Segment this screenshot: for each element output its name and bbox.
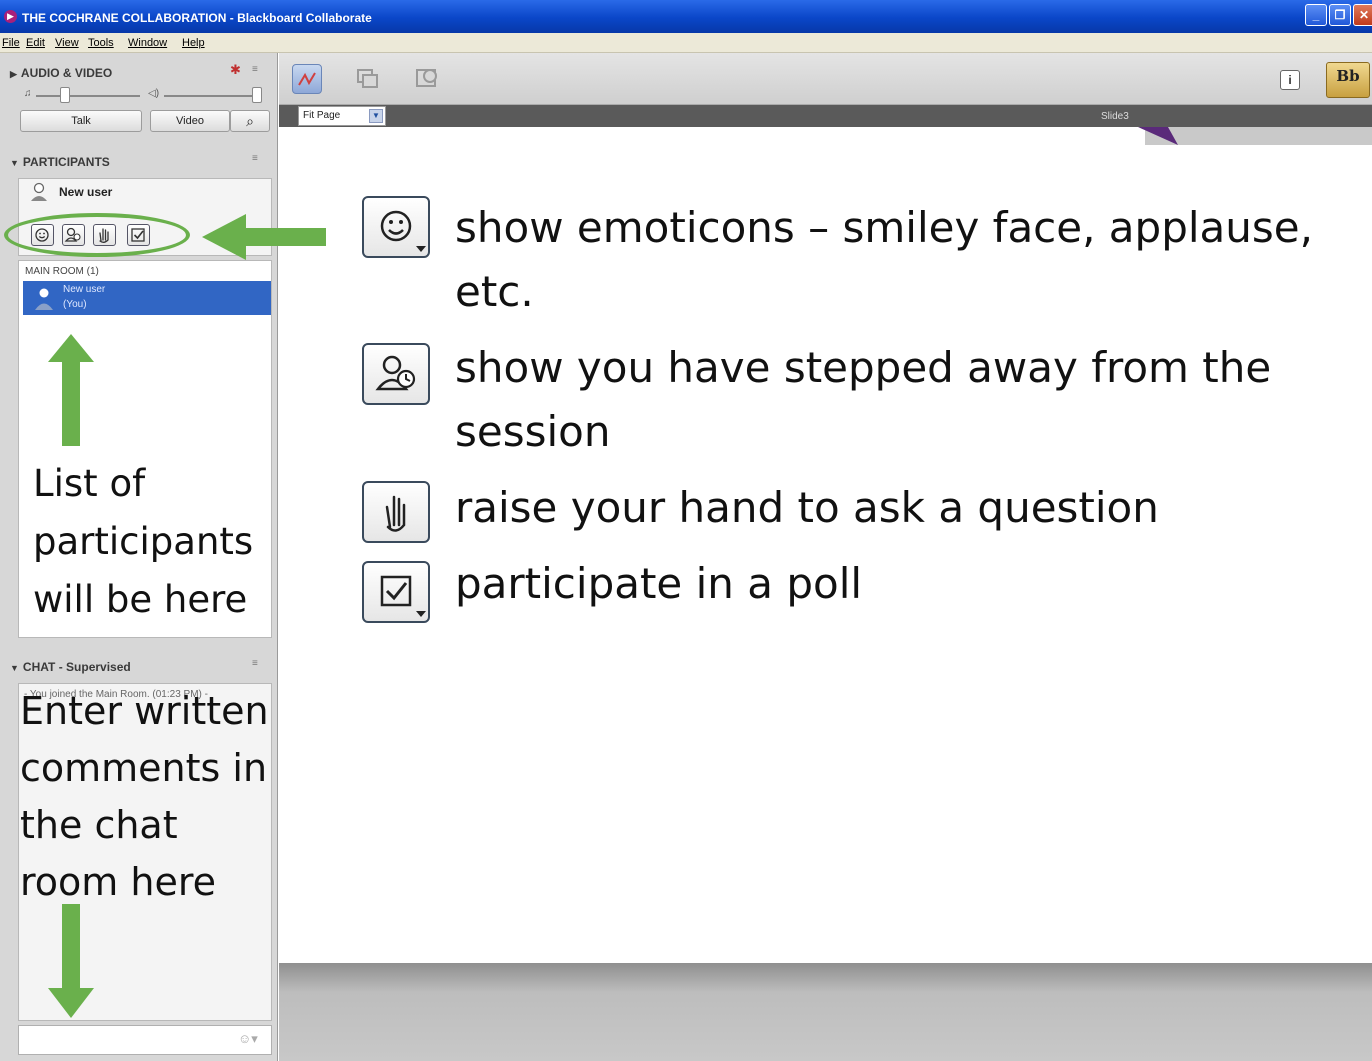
whiteboard-strip bbox=[279, 105, 1372, 127]
away-icon bbox=[362, 343, 430, 405]
menu-file[interactable]: File bbox=[2, 37, 20, 49]
slide-top-band bbox=[1145, 127, 1372, 145]
menu-window[interactable]: Window bbox=[128, 37, 167, 49]
status-buttons-highlight bbox=[4, 213, 190, 257]
app-share-icon[interactable] bbox=[352, 64, 382, 94]
smiley-icon bbox=[362, 196, 430, 258]
menu-edit[interactable]: Edit bbox=[26, 37, 45, 49]
info-icon[interactable]: i bbox=[1280, 70, 1300, 90]
mic-slider-track[interactable] bbox=[36, 95, 140, 97]
down-arrow-annotation bbox=[48, 904, 94, 1018]
speaker-slider-thumb[interactable] bbox=[252, 87, 262, 103]
bottom-bar bbox=[279, 963, 1372, 1061]
audio-video-header[interactable]: ▶ AUDIO & VIDEO bbox=[10, 66, 112, 80]
legend-poll-text: participate in a poll bbox=[455, 559, 863, 608]
left-arrow-annotation bbox=[202, 214, 326, 260]
zoom-value: Fit Page bbox=[303, 110, 341, 121]
legend-away-text: show you have stepped away from the sess… bbox=[455, 343, 1272, 456]
legend-emoticons-text: show emoticons – smiley face, applause, … bbox=[455, 203, 1313, 316]
chat-emoticon-icon[interactable]: ☺▾ bbox=[238, 1031, 258, 1047]
participants-menu-icon[interactable]: ≡ bbox=[252, 153, 258, 164]
video-button[interactable]: Video bbox=[150, 110, 230, 132]
whiteboard-icon[interactable] bbox=[292, 64, 322, 94]
speaker-slider-track[interactable] bbox=[164, 95, 262, 97]
up-arrow-annotation bbox=[48, 334, 94, 446]
legend-raise-hand-text: raise your hand to ask a question bbox=[455, 483, 1159, 532]
mic-slider-thumb[interactable] bbox=[60, 87, 70, 103]
current-user-name: New user bbox=[59, 185, 113, 199]
video-preview-icon[interactable]: ⌕ bbox=[230, 110, 270, 132]
slide-decoration bbox=[1138, 127, 1178, 145]
app-icon: ▶ bbox=[4, 10, 17, 23]
title-bar: ▶ THE COCHRANE COLLABORATION - Blackboar… bbox=[0, 0, 1372, 33]
minimize-button[interactable]: _ bbox=[1305, 4, 1327, 26]
main-toolbar bbox=[279, 53, 1372, 105]
participant-note: (You) bbox=[63, 299, 87, 310]
slide-label: Slide3 bbox=[1101, 111, 1129, 122]
participants-annotation: List of participants will be here bbox=[33, 462, 254, 621]
menu-help[interactable]: Help bbox=[182, 37, 205, 49]
talk-button[interactable]: Talk bbox=[20, 110, 142, 132]
raise-hand-icon bbox=[362, 481, 430, 543]
chevron-down-icon[interactable]: ▼ bbox=[369, 109, 383, 123]
menu-tools[interactable]: Tools bbox=[88, 37, 114, 49]
close-button[interactable]: ✕ bbox=[1353, 4, 1372, 26]
chat-menu-icon[interactable]: ≡ bbox=[252, 658, 258, 669]
zoom-select[interactable]: Fit Page ▼ bbox=[298, 106, 386, 126]
panel-menu-icon[interactable]: ≡ bbox=[252, 64, 258, 75]
blackboard-logo: Bb bbox=[1326, 62, 1370, 98]
chat-header[interactable]: ▼ CHAT - Supervised bbox=[10, 660, 131, 674]
user-avatar-icon bbox=[30, 182, 48, 202]
speaker-icon: ◁) bbox=[148, 88, 160, 99]
restore-button[interactable]: ❐ bbox=[1329, 4, 1351, 26]
microphone-icon: ♫ bbox=[24, 88, 32, 99]
menu-bar: File Edit View Tools Window Help bbox=[0, 33, 1372, 53]
web-tour-icon[interactable] bbox=[412, 64, 442, 94]
poll-icon bbox=[362, 561, 430, 623]
participant-row[interactable]: New user (You) bbox=[23, 281, 271, 315]
participant-name: New user bbox=[63, 284, 106, 295]
chat-annotation: Enter written comments in the chat room … bbox=[20, 689, 269, 904]
participants-header[interactable]: ▼ PARTICIPANTS bbox=[10, 155, 110, 169]
room-title: MAIN ROOM (1) bbox=[25, 266, 99, 277]
menu-view[interactable]: View bbox=[55, 37, 79, 49]
chat-input[interactable] bbox=[18, 1025, 272, 1055]
window-title: THE COCHRANE COLLABORATION - Blackboard … bbox=[22, 11, 372, 25]
participant-avatar-icon bbox=[35, 288, 53, 310]
settings-icon[interactable]: ✱ bbox=[230, 62, 241, 78]
